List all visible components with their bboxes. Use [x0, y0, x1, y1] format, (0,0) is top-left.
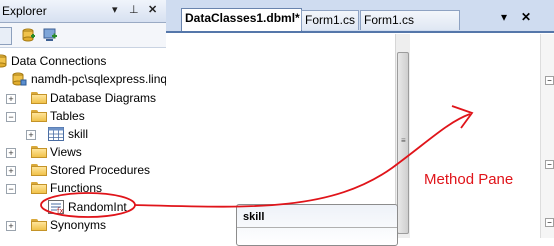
folder-icon: [31, 219, 47, 231]
tab-dataclasses-dbml[interactable]: DataClasses1.dbml*: [181, 8, 302, 31]
tree-item-label: Stored Procedures: [50, 163, 151, 177]
collapse-toggle[interactable]: −: [545, 76, 554, 85]
tree-item-label: Data Connections: [11, 54, 107, 68]
expand-toggle[interactable]: +: [6, 94, 16, 104]
server-connection-icon: [12, 72, 27, 86]
folder-icon: [31, 164, 47, 176]
expand-toggle[interactable]: +: [26, 130, 36, 140]
database-icon: [0, 54, 7, 68]
server-explorer-panel: Explorer ▾ ⊥ ✕ Data Connections namdh-pc…: [0, 0, 166, 238]
pin-icon[interactable]: ⊥: [129, 4, 139, 17]
expand-toggle[interactable]: +: [6, 166, 16, 176]
collapse-toggle[interactable]: −: [545, 160, 554, 169]
entity-name: skill: [243, 211, 265, 223]
collapse-toggle[interactable]: −: [6, 184, 16, 194]
right-edge-panel: − − −: [540, 34, 554, 238]
panel-title: Explorer: [2, 4, 47, 18]
scrollbar-thumb[interactable]: ≡: [397, 52, 409, 234]
tab-form1-cs[interactable]: Form1.cs: [301, 10, 359, 30]
method-pane[interactable]: [410, 34, 540, 238]
folder-icon: [31, 92, 47, 104]
tree-item-label: Tables: [50, 109, 85, 123]
tab-list-dropdown-icon[interactable]: ▾: [501, 10, 507, 24]
tree-item-label: RandomInt: [68, 200, 127, 214]
svg-text:fx: fx: [57, 207, 64, 214]
close-icon[interactable]: ✕: [148, 4, 157, 17]
method-pane-annotation-label: Method Pane: [424, 171, 514, 188]
function-icon: fx: [48, 200, 64, 214]
server-explorer-title-bar: Explorer ▾ ⊥ ✕: [0, 0, 166, 23]
entity-divider: [237, 227, 397, 228]
expand-toggle[interactable]: +: [6, 221, 16, 231]
dropdown-icon[interactable]: ▾: [112, 4, 118, 17]
tree-item-label: Functions: [50, 181, 103, 195]
refresh-icon[interactable]: [0, 27, 12, 45]
folder-icon: [31, 146, 47, 158]
collapse-toggle[interactable]: −: [6, 112, 16, 122]
add-connection-icon[interactable]: [20, 27, 36, 43]
table-icon: [48, 127, 64, 141]
tree-item-label: skill: [68, 127, 88, 141]
connect-server-icon[interactable]: [42, 27, 58, 43]
scroll-grip-icon: ≡: [401, 136, 406, 145]
tree-item-label: Synonyms: [50, 218, 107, 232]
folder-icon: [31, 182, 47, 194]
tree-item-label: Views: [50, 145, 82, 159]
collapse-toggle[interactable]: −: [545, 218, 554, 227]
tree-item-label: Database Diagrams: [50, 91, 157, 105]
folder-icon: [31, 110, 47, 122]
tab-form1-design[interactable]: Form1.cs [Design]: [360, 10, 460, 46]
close-document-icon[interactable]: ✕: [521, 10, 531, 24]
document-tab-strip: DataClasses1.dbml* Form1.cs Form1.cs [De…: [166, 0, 554, 46]
tree-item-label: namdh-pc\sqlexpress.linq: [31, 72, 166, 86]
expand-toggle[interactable]: +: [6, 148, 16, 158]
explorer-toolbar: [0, 23, 166, 48]
